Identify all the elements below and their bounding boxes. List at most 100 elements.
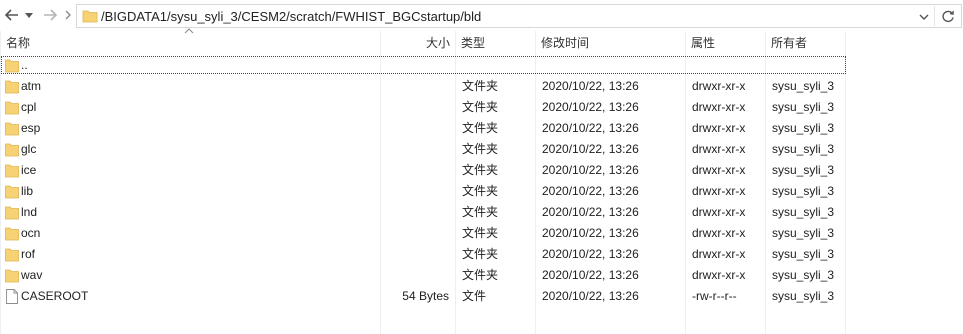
file-owner: sysu_syli_3 <box>772 289 835 303</box>
file-name: .. <box>21 58 28 72</box>
file-permissions: drwxr-xr-x <box>692 205 746 219</box>
file-type: 文件夹 <box>462 226 499 240</box>
address-dropdown-icon[interactable] <box>918 11 930 23</box>
file-name: ice <box>21 163 37 177</box>
forward-arrow-icon[interactable] <box>42 7 58 23</box>
list-item[interactable]: CASEROOT 54 Bytes 文件 2020/10/22, 13:26 -… <box>0 286 963 307</box>
file-owner: sysu_syli_3 <box>772 184 835 198</box>
file-icon <box>6 289 18 304</box>
file-permissions: drwxr-xr-x <box>692 163 746 177</box>
file-type: 文件夹 <box>462 163 499 177</box>
file-name: esp <box>21 121 41 135</box>
file-owner: sysu_syli_3 <box>772 100 835 114</box>
list-item[interactable]: esp 文件夹 2020/10/22, 13:26 drwxr-xr-x sys… <box>0 118 963 139</box>
column-header-modified[interactable]: 修改时间 <box>535 31 685 55</box>
list-item[interactable]: lnd 文件夹 2020/10/22, 13:26 drwxr-xr-x sys… <box>0 202 963 223</box>
file-type: 文件夹 <box>462 142 499 156</box>
file-owner: sysu_syli_3 <box>772 142 835 156</box>
file-owner: sysu_syli_3 <box>772 79 835 93</box>
file-modified: 2020/10/22, 13:26 <box>542 100 639 114</box>
file-type: 文件夹 <box>462 268 499 282</box>
file-name: CASEROOT <box>21 289 89 303</box>
file-size: 54 Bytes <box>402 289 449 303</box>
file-size <box>380 202 449 223</box>
folder-icon <box>5 206 19 220</box>
file-permissions: drwxr-xr-x <box>692 79 746 93</box>
folder-icon <box>82 8 98 24</box>
file-owner: sysu_syli_3 <box>772 121 835 135</box>
file-name: ocn <box>21 226 41 240</box>
list-item[interactable]: cpl 文件夹 2020/10/22, 13:26 drwxr-xr-x sys… <box>0 97 963 118</box>
list-item[interactable]: ocn 文件夹 2020/10/22, 13:26 drwxr-xr-x sys… <box>0 223 963 244</box>
refresh-icon[interactable] <box>939 8 957 24</box>
file-size <box>380 139 449 160</box>
file-size <box>380 76 449 97</box>
address-path: /BIGDATA1/sysu_syli_3/CESM2/scratch/FWHI… <box>101 9 482 24</box>
file-owner: sysu_syli_3 <box>772 163 835 177</box>
folder-icon <box>5 80 19 94</box>
address-field[interactable]: /BIGDATA1/sysu_syli_3/CESM2/scratch/FWHI… <box>76 4 962 28</box>
file-type: 文件夹 <box>462 205 499 219</box>
column-header-permissions[interactable]: 属性 <box>685 31 765 55</box>
file-name: lib <box>21 184 34 198</box>
back-arrow-icon[interactable] <box>4 7 20 23</box>
folder-icon <box>5 59 19 73</box>
file-type: 文件夹 <box>462 100 499 114</box>
list-item-parent[interactable]: .. <box>0 55 963 76</box>
column-header-name[interactable]: 名称 <box>0 31 380 55</box>
file-modified: 2020/10/22, 13:26 <box>542 226 639 240</box>
list-item[interactable]: lib 文件夹 2020/10/22, 13:26 drwxr-xr-x sys… <box>0 181 963 202</box>
file-permissions: drwxr-xr-x <box>692 268 746 282</box>
folder-icon <box>5 248 19 262</box>
folder-icon <box>5 269 19 283</box>
list-item[interactable]: rof 文件夹 2020/10/22, 13:26 drwxr-xr-x sys… <box>0 244 963 265</box>
file-name: rof <box>21 247 36 261</box>
back-history-dropdown-icon[interactable] <box>22 7 36 23</box>
file-modified: 2020/10/22, 13:26 <box>542 205 639 219</box>
file-type: 文件 <box>462 289 487 303</box>
file-name: glc <box>21 142 37 156</box>
file-permissions: drwxr-xr-x <box>692 121 746 135</box>
column-header-size[interactable]: 大小 <box>380 31 455 55</box>
folder-icon <box>5 143 19 157</box>
list-item[interactable]: wav 文件夹 2020/10/22, 13:26 drwxr-xr-x sys… <box>0 265 963 286</box>
list-item[interactable]: ice 文件夹 2020/10/22, 13:26 drwxr-xr-x sys… <box>0 160 963 181</box>
file-size <box>380 223 449 244</box>
file-size <box>380 181 449 202</box>
file-owner: sysu_syli_3 <box>772 205 835 219</box>
folder-icon <box>5 122 19 136</box>
file-owner: sysu_syli_3 <box>772 226 835 240</box>
file-modified: 2020/10/22, 13:26 <box>542 184 639 198</box>
file-permissions: -rw-r--r-- <box>692 289 737 303</box>
file-permissions: drwxr-xr-x <box>692 247 746 261</box>
file-size <box>380 118 449 139</box>
file-size <box>380 160 449 181</box>
folder-icon <box>5 101 19 115</box>
file-modified: 2020/10/22, 13:26 <box>542 79 639 93</box>
column-header-type[interactable]: 类型 <box>455 31 535 55</box>
list-item[interactable]: glc 文件夹 2020/10/22, 13:26 drwxr-xr-x sys… <box>0 139 963 160</box>
file-size <box>380 97 449 118</box>
file-type: 文件夹 <box>462 121 499 135</box>
folder-icon <box>5 227 19 241</box>
folder-icon <box>5 164 19 178</box>
file-modified: 2020/10/22, 13:26 <box>542 247 639 261</box>
file-permissions: drwxr-xr-x <box>692 100 746 114</box>
column-header-owner[interactable]: 所有者 <box>765 31 845 55</box>
file-type: 文件夹 <box>462 184 499 198</box>
file-name: atm <box>21 79 42 93</box>
file-permissions: drwxr-xr-x <box>692 226 746 240</box>
file-type: 文件夹 <box>462 247 499 261</box>
forward-history-dropdown-icon[interactable] <box>62 7 74 23</box>
file-permissions: drwxr-xr-x <box>692 184 746 198</box>
file-name: lnd <box>21 205 38 219</box>
file-name: cpl <box>21 100 37 114</box>
list-item[interactable]: atm 文件夹 2020/10/22, 13:26 drwxr-xr-x sys… <box>0 76 963 97</box>
file-modified: 2020/10/22, 13:26 <box>542 163 639 177</box>
file-modified: 2020/10/22, 13:26 <box>542 142 639 156</box>
file-owner: sysu_syli_3 <box>772 268 835 282</box>
column-header-row: 名称 大小 类型 修改时间 属性 所有者 <box>0 31 963 55</box>
file-modified: 2020/10/22, 13:26 <box>542 121 639 135</box>
file-size <box>380 265 449 286</box>
file-name: wav <box>21 268 43 282</box>
